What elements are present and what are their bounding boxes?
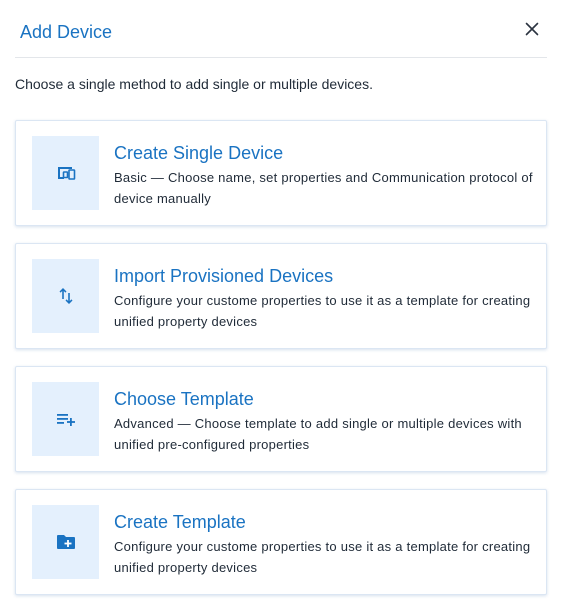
swap-vertical-icon (59, 288, 72, 304)
option-icon-box (32, 382, 99, 456)
dialog-header: Add Device (15, 0, 547, 58)
option-create-template[interactable]: Create Template Configure your custome p… (15, 489, 547, 595)
option-title: Create Single Device (114, 143, 284, 163)
option-title: Choose Template (114, 389, 254, 409)
option-icon-box (32, 259, 99, 333)
option-choose-template[interactable]: Choose Template Advanced — Choose templa… (15, 366, 547, 472)
option-create-single-device[interactable]: Create Single Device Basic — Choose name… (15, 120, 547, 226)
close-icon (525, 22, 539, 36)
option-description: Configure your custome properties to use… (114, 539, 531, 575)
option-description: Basic — Choose name, set properties and … (114, 170, 533, 206)
add-device-dialog: Add Device Choose a single method to add… (0, 0, 562, 599)
option-description: Configure your custome properties to use… (114, 293, 531, 329)
option-title: Import Provisioned Devices (114, 266, 334, 286)
dialog-subtitle: Choose a single method to add single or … (15, 76, 373, 92)
option-icon-box (32, 505, 99, 579)
playlist-add-icon (56, 414, 75, 426)
option-title: Create Template (114, 512, 246, 532)
close-button[interactable] (521, 18, 543, 40)
folder-add-icon (56, 535, 75, 549)
options-list: Create Single Device Basic — Choose name… (15, 120, 547, 612)
device-icon (57, 167, 75, 180)
option-description: Advanced — Choose template to add single… (114, 416, 522, 452)
option-import-provisioned-devices[interactable]: Import Provisioned Devices Configure you… (15, 243, 547, 349)
option-icon-box (32, 136, 99, 210)
dialog-title: Add Device (20, 22, 113, 42)
